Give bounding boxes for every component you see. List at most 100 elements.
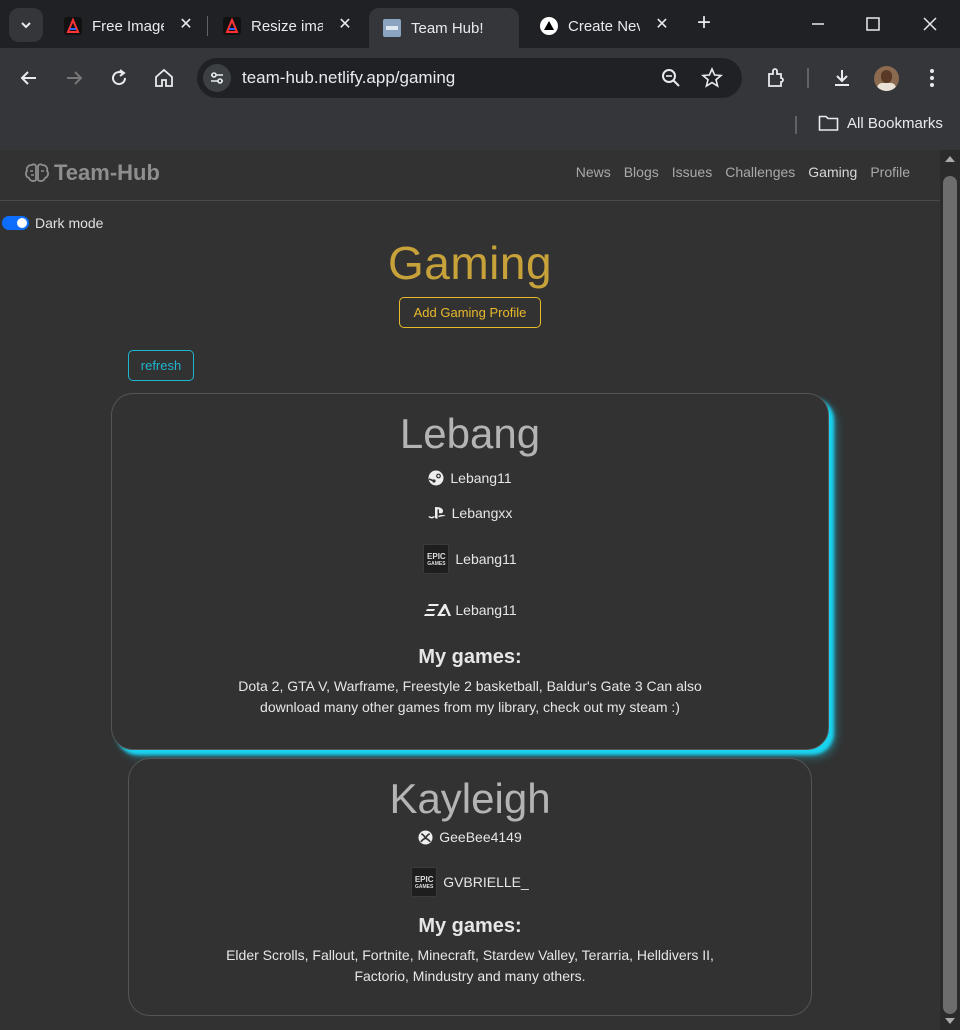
nav-profile[interactable]: Profile [870, 164, 910, 180]
games-list: Dota 2, GTA V, Warframe, Freestyle 2 bas… [112, 676, 828, 718]
close-icon[interactable]: ✕ [653, 16, 671, 34]
page-viewport: Team-Hub News Blogs Issues Challenges Ga… [0, 150, 940, 1030]
tab-title: Team Hub! [411, 19, 483, 37]
games-line: download many other games from my librar… [260, 699, 680, 715]
browser-toolbar: team-hub.netlify.app/gaming [0, 48, 960, 108]
epic-games-icon: EPIC GAMES [411, 867, 438, 897]
games-line: Elder Scrolls, Fallout, Fortnite, Minecr… [226, 947, 714, 963]
menu-dots-icon[interactable] [920, 66, 944, 90]
bookmarks-bar: All Bookmarks [0, 108, 960, 150]
xbox-icon [418, 829, 433, 845]
epic-logo-subtext: GAMES [415, 883, 434, 890]
brand-link[interactable]: Team-Hub [24, 160, 160, 186]
ea-icon [423, 602, 453, 618]
profile-name: Lebang [399, 410, 541, 457]
epic-logo-text: EPIC [427, 551, 446, 561]
tune-icon [211, 72, 223, 84]
brain-icon [25, 163, 49, 182]
tab-title: Free Image [92, 17, 164, 35]
account-xbox: GeeBee4149 [129, 829, 811, 845]
account-handle: Lebang11 [455, 602, 517, 618]
account-playstation: Lebangxx [112, 505, 828, 521]
url-text: team-hub.netlify.app/gaming [242, 68, 456, 87]
scroll-up-arrow-icon[interactable] [945, 156, 955, 162]
account-handle: Lebangxx [451, 505, 513, 521]
browser-tabstrip: Free Image ✕ Resize ima ✕ Team Hub! Crea… [0, 0, 960, 48]
account-epic-games: EPIC GAMES Lebang11 [112, 544, 828, 574]
minimize-icon[interactable] [806, 12, 830, 36]
team-hub-favicon-icon [383, 19, 401, 37]
app-logo-icon [223, 17, 241, 35]
tab-create-new[interactable]: Create Nev ✕ [526, 8, 681, 44]
extensions-icon[interactable] [764, 66, 788, 90]
nav-issues[interactable]: Issues [672, 164, 712, 180]
tab-search-button[interactable] [9, 8, 43, 42]
zoom-icon[interactable] [660, 67, 682, 89]
reload-icon[interactable] [107, 66, 131, 90]
epic-logo-text: EPIC [414, 874, 434, 884]
brand-name: Team-Hub [54, 160, 160, 185]
bookmarks-separator [795, 116, 797, 134]
close-window-icon[interactable] [918, 12, 942, 36]
page-title: Gaming [387, 237, 553, 289]
profile-name: Kayleigh [389, 775, 551, 822]
gaming-profile-card: Kayleigh GeeBee4149 EPIC GAMES GVBRIELLE_… [128, 758, 812, 1016]
refresh-button[interactable]: refresh [128, 350, 194, 381]
profile-avatar[interactable] [874, 66, 899, 91]
games-line: Dota 2, GTA V, Warframe, Freestyle 2 bas… [238, 678, 702, 694]
gaming-profile-card: Lebang Lebang11 Lebangxx EPIC GAMES Leban… [111, 393, 829, 750]
close-icon[interactable]: ✕ [177, 16, 195, 34]
scroll-thumb[interactable] [943, 176, 957, 1014]
address-bar[interactable]: team-hub.netlify.app/gaming [197, 58, 742, 98]
epic-games-icon: EPIC GAMES [423, 544, 450, 574]
folder-icon [818, 115, 839, 131]
account-ea: Lebang11 [112, 602, 828, 618]
all-bookmarks-label: All Bookmarks [847, 114, 943, 132]
games-line: Factorio, Mindustry and many others. [354, 968, 586, 984]
dark-mode-label: Dark mode [35, 215, 104, 231]
download-icon[interactable] [830, 66, 854, 90]
scroll-down-arrow-icon[interactable] [945, 1018, 955, 1024]
games-heading: My games: [418, 646, 522, 668]
home-icon[interactable] [152, 66, 176, 90]
games-heading: My games: [418, 915, 522, 937]
playstation-icon [428, 506, 446, 520]
nav-news[interactable]: News [576, 164, 611, 180]
site-info-button[interactable] [203, 64, 231, 92]
back-arrow-icon[interactable] [17, 66, 41, 90]
tab-title: Resize ima [251, 17, 323, 35]
tab-free-image[interactable]: Free Image ✕ [50, 8, 205, 44]
tab-separator [207, 16, 208, 36]
site-navbar: Team-Hub News Blogs Issues Challenges Ga… [0, 150, 940, 201]
page-scrollbar[interactable] [940, 150, 960, 1030]
app-logo-icon [64, 17, 82, 35]
tab-title: Create Nev [568, 17, 640, 35]
nav-blogs[interactable]: Blogs [624, 164, 659, 180]
add-gaming-profile-button[interactable]: Add Gaming Profile [399, 297, 541, 328]
epic-logo-subtext: GAMES [427, 560, 446, 567]
games-list: Elder Scrolls, Fallout, Fortnite, Minecr… [129, 945, 811, 987]
account-epic-games: EPIC GAMES GVBRIELLE_ [129, 867, 811, 897]
dark-mode-switch[interactable] [2, 216, 29, 230]
toolbar-separator [807, 68, 809, 88]
chevron-down-icon [21, 22, 31, 29]
account-handle: Lebang11 [450, 470, 512, 486]
vercel-triangle-icon [540, 17, 558, 35]
nav-gaming[interactable]: Gaming [808, 164, 857, 180]
new-tab-button[interactable]: + [692, 11, 716, 36]
account-steam: Lebang11 [112, 470, 828, 486]
nav-challenges[interactable]: Challenges [725, 164, 795, 180]
tab-resize-image[interactable]: Resize ima ✕ [209, 8, 364, 44]
forward-arrow-icon[interactable] [62, 66, 86, 90]
dark-mode-toggle[interactable]: Dark mode [2, 215, 103, 231]
maximize-icon[interactable] [861, 12, 885, 36]
main-nav: News Blogs Issues Challenges Gaming Prof… [576, 164, 910, 180]
account-handle: GeeBee4149 [439, 829, 522, 845]
steam-icon [428, 470, 444, 486]
close-icon[interactable]: ✕ [336, 16, 354, 34]
bookmark-star-icon[interactable] [701, 67, 723, 89]
account-handle: Lebang11 [455, 551, 517, 567]
all-bookmarks-button[interactable]: All Bookmarks [818, 114, 943, 132]
tab-team-hub[interactable]: Team Hub! [369, 8, 519, 48]
account-handle: GVBRIELLE_ [443, 874, 529, 890]
